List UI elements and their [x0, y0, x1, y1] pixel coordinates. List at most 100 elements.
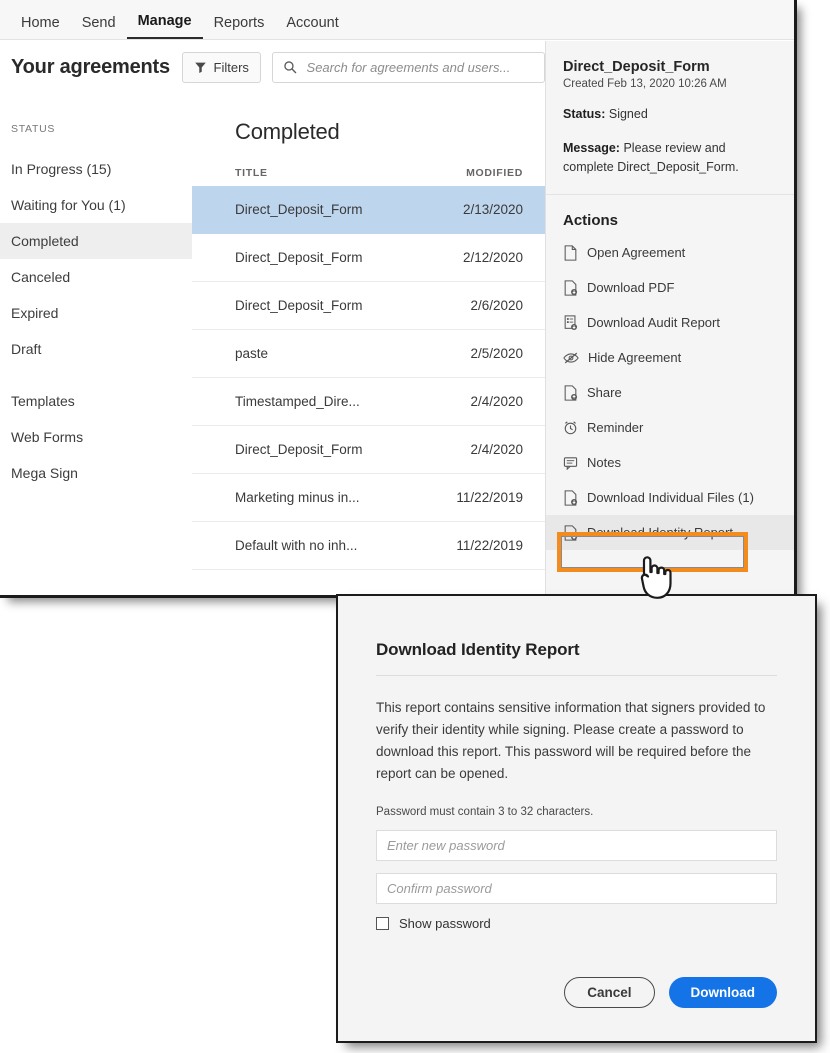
sidebar-item-mega-sign[interactable]: Mega Sign — [0, 455, 192, 491]
status-badge: Signed — [608, 107, 648, 121]
table-row[interactable]: Direct_Deposit_Form 2/6/2020 — [192, 282, 545, 330]
sidebar-item-draft[interactable]: Draft — [0, 331, 192, 367]
search-input[interactable] — [304, 58, 534, 76]
agreements-list-panel: Completed TITLE MODIFIED Direct_Deposit_… — [192, 93, 545, 595]
dialog-body-text: This report contains sensitive informati… — [376, 700, 766, 781]
actions-heading: Actions — [563, 212, 619, 230]
sidebar: STATUS In Progress (15) Waiting for You … — [0, 93, 192, 595]
action-label: Download Audit Report — [587, 315, 720, 331]
action-label: Share — [587, 385, 622, 401]
action-reminder[interactable]: Reminder — [546, 410, 794, 445]
row-title: Direct_Deposit_Form — [235, 298, 363, 313]
nav-item-account[interactable]: Account — [275, 15, 349, 40]
table-row[interactable]: Marketing minus in... 11/22/2019 — [192, 474, 545, 522]
row-modified: 11/22/2019 — [456, 490, 523, 505]
page-header: Your agreements Filters — [0, 41, 545, 93]
row-title: Marketing minus in... — [235, 490, 360, 505]
table-row[interactable]: Timestamped_Dire... 2/4/2020 — [192, 378, 545, 426]
detail-status-label: Status: — [563, 107, 606, 121]
row-modified: 2/4/2020 — [470, 442, 523, 457]
table-row[interactable]: Direct_Deposit_Form 2/13/2020 — [192, 186, 545, 234]
sidebar-section-status: STATUS — [11, 123, 56, 135]
note-icon — [563, 456, 578, 470]
sidebar-item-web-forms[interactable]: Web Forms — [0, 419, 192, 455]
download-button[interactable]: Download — [668, 977, 777, 1008]
show-password-row[interactable]: Show password — [376, 916, 777, 931]
search-box[interactable] — [271, 51, 545, 83]
action-label: Open Agreement — [587, 245, 686, 261]
nav-item-home[interactable]: Home — [10, 15, 71, 40]
row-modified: 2/6/2020 — [470, 298, 523, 313]
action-hide-agreement[interactable]: Hide Agreement — [546, 340, 794, 375]
action-share[interactable]: Share — [546, 375, 794, 410]
table-row[interactable]: Direct_Deposit_Form 2/4/2020 — [192, 426, 545, 474]
action-notes[interactable]: Notes — [546, 445, 794, 480]
agreement-detail-panel: Direct_Deposit_Form Created Feb 13, 2020… — [545, 41, 794, 595]
download-identity-report-dialog: Download Identity Report This report con… — [336, 594, 817, 1043]
show-password-label: Show password — [399, 916, 491, 932]
eye-slash-icon — [563, 351, 579, 365]
nav-item-send[interactable]: Send — [71, 15, 127, 40]
sidebar-item-canceled[interactable]: Canceled — [0, 259, 192, 295]
sidebar-item-completed[interactable]: Completed — [0, 223, 192, 259]
row-modified: 2/12/2020 — [462, 250, 523, 265]
search-icon — [283, 60, 297, 74]
funnel-icon — [194, 61, 207, 74]
filters-button[interactable]: Filters — [181, 51, 261, 83]
action-label: Download Individual Files (1) — [587, 490, 754, 506]
action-download-audit-report[interactable]: Download Audit Report — [546, 305, 794, 340]
action-label: Download PDF — [587, 280, 675, 296]
list-column-headers: TITLE MODIFIED — [192, 145, 545, 186]
column-header-title: TITLE — [235, 167, 268, 179]
table-row[interactable]: Direct_Deposit_Form 2/12/2020 — [192, 234, 545, 282]
page-title: Your agreements — [11, 55, 170, 78]
action-label: Notes — [587, 455, 621, 471]
new-password-input[interactable] — [376, 830, 777, 862]
detail-message-line: Message: Please review and complete Dire… — [563, 139, 778, 177]
dialog-footer: Cancel Download — [564, 977, 777, 1008]
detail-message-label: Message: — [563, 140, 620, 155]
action-label: Hide Agreement — [588, 350, 682, 366]
sidebar-item-expired[interactable]: Expired — [0, 295, 192, 331]
action-label: Reminder — [587, 420, 644, 436]
sidebar-item-templates[interactable]: Templates — [0, 383, 192, 419]
action-download-pdf[interactable]: Download PDF — [546, 270, 794, 305]
row-title: Direct_Deposit_Form — [235, 250, 363, 265]
password-requirements-hint: Password must contain 3 to 32 characters… — [376, 806, 594, 819]
sidebar-divider-gap — [0, 367, 192, 383]
detail-status-line: Status: Signed — [563, 105, 778, 124]
file-download-icon — [563, 525, 578, 541]
table-row[interactable]: paste 2/5/2020 — [192, 330, 545, 378]
alarm-clock-icon — [563, 420, 578, 435]
audit-download-icon — [563, 315, 578, 331]
row-title: Direct_Deposit_Form — [235, 442, 363, 457]
table-row[interactable]: Default with no inh... 11/22/2019 — [192, 522, 545, 570]
row-modified: 2/13/2020 — [462, 202, 523, 217]
list-title: Completed — [235, 119, 340, 144]
column-header-modified: MODIFIED — [466, 167, 523, 179]
show-password-checkbox[interactable] — [376, 917, 389, 931]
document-icon — [563, 245, 578, 261]
confirm-password-input[interactable] — [376, 873, 777, 905]
row-title: Direct_Deposit_Form — [235, 202, 363, 217]
top-navigation-bar: Home Send Manage Reports Account — [0, 0, 794, 40]
row-title: Default with no inh... — [235, 538, 358, 553]
dialog-title: Download Identity Report — [376, 640, 580, 659]
action-label: Download Identity Report — [587, 525, 733, 541]
nav-item-reports[interactable]: Reports — [203, 15, 276, 40]
detail-created-timestamp: Created Feb 13, 2020 10:26 AM — [563, 78, 727, 90]
row-modified: 2/4/2020 — [470, 394, 523, 409]
share-document-icon — [563, 385, 578, 401]
dialog-divider — [376, 675, 777, 676]
action-download-identity-report[interactable]: Download Identity Report — [546, 515, 794, 551]
sidebar-item-in-progress[interactable]: In Progress (15) — [0, 151, 192, 187]
cancel-button[interactable]: Cancel — [564, 977, 655, 1008]
filters-label: Filters — [213, 59, 249, 75]
row-title: Timestamped_Dire... — [235, 394, 360, 409]
action-open-agreement[interactable]: Open Agreement — [546, 235, 794, 270]
sidebar-item-waiting-for-you[interactable]: Waiting for You (1) — [0, 187, 192, 223]
row-modified: 2/5/2020 — [470, 346, 523, 361]
action-download-individual-files[interactable]: Download Individual Files (1) — [546, 480, 794, 515]
nav-item-manage[interactable]: Manage — [126, 13, 203, 39]
detail-agreement-title: Direct_Deposit_Form — [563, 59, 710, 75]
